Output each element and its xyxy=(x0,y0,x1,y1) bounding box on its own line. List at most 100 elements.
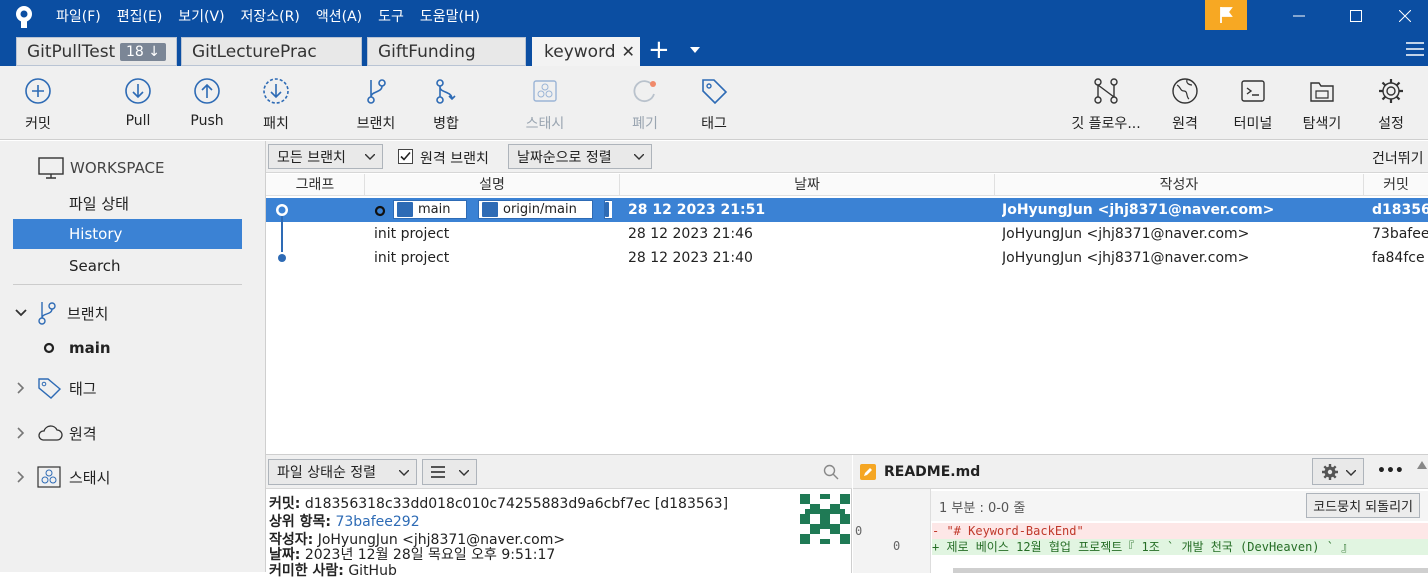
tag-button[interactable]: 태그 xyxy=(686,66,742,140)
tab-giftfunding[interactable]: GiftFunding xyxy=(367,37,526,66)
maximize-button[interactable] xyxy=(1333,0,1379,32)
close-icon xyxy=(1399,10,1411,22)
file-list-toolbar: 파일 상태순 정렬 xyxy=(266,455,852,489)
scroll-up-icon[interactable] xyxy=(1417,461,1427,469)
tab-gitlectureprac[interactable]: GitLecturePrac xyxy=(181,37,362,66)
column-header-commit[interactable]: 커밋 xyxy=(1364,174,1428,196)
add-tab-button[interactable]: + xyxy=(648,34,670,66)
remote-label: 원격 xyxy=(1172,116,1198,132)
tab-label: GitPullTest xyxy=(27,41,116,62)
search-icon[interactable] xyxy=(823,464,839,480)
menu-tools[interactable]: 도구 xyxy=(370,0,412,34)
remote-branches-label: 원격 브랜치 xyxy=(420,151,489,167)
explorer-button[interactable]: 탐색기 xyxy=(1294,66,1350,140)
close-tab-icon[interactable]: ✕ xyxy=(622,42,635,61)
monitor-icon xyxy=(38,157,64,179)
sidebar: WORKSPACE 파일 상태 History Search 브랜치 main … xyxy=(0,141,266,572)
menu-edit[interactable]: 편집(E) xyxy=(109,0,171,34)
sidebar-item-branch-main[interactable]: main xyxy=(43,333,272,363)
branch-label-overflow[interactable] xyxy=(604,200,612,219)
commit-description: init project xyxy=(374,226,450,242)
tag-label: 태그 xyxy=(701,116,727,132)
menu-repository[interactable]: 저장소(R) xyxy=(233,0,308,34)
sidebar-section-branches[interactable]: 브랜치 xyxy=(15,298,244,328)
flag-button[interactable] xyxy=(1205,0,1247,30)
column-header-description[interactable]: 설명 xyxy=(365,174,620,196)
tab-keyword[interactable]: keyword ✕ xyxy=(532,37,640,66)
branch-filter-dropdown[interactable]: 모든 브랜치 xyxy=(268,144,383,169)
menu-file[interactable]: 파일(F) xyxy=(48,0,109,34)
flag-icon xyxy=(1220,7,1233,23)
file-sort-dropdown[interactable]: 파일 상태순 정렬 xyxy=(268,459,417,485)
remote-branches-checkbox[interactable] xyxy=(398,149,413,164)
branch-label-origin-main[interactable]: origin/main xyxy=(478,200,593,219)
sidebar-item-file-status[interactable]: 파일 상태 xyxy=(13,188,242,218)
menu-help[interactable]: 도움말(H) xyxy=(412,0,488,34)
chevron-down-icon xyxy=(634,154,644,160)
terminal-icon xyxy=(1241,80,1265,102)
commit-row[interactable]: main origin/main 28 12 2023 21:51 JoHyun… xyxy=(266,198,1428,222)
tag-icon xyxy=(38,378,62,399)
avatar xyxy=(800,494,850,544)
tag-icon xyxy=(702,79,728,105)
diff-options-dropdown[interactable] xyxy=(1312,458,1364,485)
stash-icon xyxy=(37,466,61,488)
gitflow-label: 깃 플로우... xyxy=(1071,116,1141,132)
repo-tab-bar: GitPullTest 18 ↓ GitLecturePrac GiftFund… xyxy=(0,34,1428,66)
commit-date: 28 12 2023 21:51 xyxy=(628,202,766,218)
fetch-label: 패치 xyxy=(263,116,289,132)
sidebar-section-remotes[interactable]: 원격 xyxy=(15,418,244,448)
tab-label: GiftFunding xyxy=(378,41,476,62)
minimize-button[interactable] xyxy=(1276,0,1322,32)
remote-button[interactable]: 원격 xyxy=(1157,66,1213,140)
push-button[interactable]: Push xyxy=(179,66,235,140)
stash-label: 스태시 xyxy=(525,116,565,132)
discard-label: 폐기 xyxy=(632,116,658,132)
sidebar-item-history[interactable]: History xyxy=(13,219,242,249)
more-options-button[interactable]: ••• xyxy=(1377,463,1404,479)
terminal-button[interactable]: 터미널 xyxy=(1225,66,1281,140)
sidebar-item-search[interactable]: Search xyxy=(13,251,242,281)
column-header-graph[interactable]: 그래프 xyxy=(266,174,365,196)
gitflow-button[interactable]: 깃 플로우... xyxy=(1071,66,1141,140)
committer-line: 커미한 사람: GitHub xyxy=(269,560,397,580)
parent-line: 상위 항목: 73bafee292 xyxy=(269,511,420,531)
discard-button[interactable]: 폐기 xyxy=(617,66,673,140)
close-window-button[interactable] xyxy=(1382,0,1428,32)
branch-label-main[interactable]: main xyxy=(393,200,467,219)
column-header-date[interactable]: 날짜 xyxy=(620,174,995,196)
settings-button[interactable]: 설정 xyxy=(1363,66,1419,140)
sort-dropdown[interactable]: 날짜순으로 정렬 xyxy=(508,144,652,169)
sidebar-section-tags[interactable]: 태그 xyxy=(15,373,244,403)
commit-hash: 73bafee xyxy=(1372,226,1428,242)
menu-actions[interactable]: 액션(A) xyxy=(308,0,370,34)
commit-row[interactable]: init project 28 12 2023 21:40 JoHyungJun… xyxy=(266,246,1428,270)
merge-button[interactable]: 병합 xyxy=(418,66,474,140)
tab-gitpulltest[interactable]: GitPullTest 18 ↓ xyxy=(16,37,177,66)
branch-button[interactable]: 브랜치 xyxy=(348,66,404,140)
skip-label[interactable]: 건너뛰기 xyxy=(1372,148,1424,168)
parent-commit-link[interactable]: 73bafee292 xyxy=(335,514,419,530)
commit-row[interactable]: init project 28 12 2023 21:46 JoHyungJun… xyxy=(266,216,1428,252)
commit-description: init project xyxy=(374,250,450,266)
view-mode-dropdown[interactable] xyxy=(422,459,477,485)
menu-view[interactable]: 보기(V) xyxy=(170,0,232,34)
hamburger-menu-icon[interactable] xyxy=(1406,41,1424,57)
column-header-author[interactable]: 작성자 xyxy=(995,174,1364,196)
gear-icon xyxy=(1322,463,1338,480)
horizontal-scrollbar[interactable] xyxy=(953,568,1428,573)
fetch-button[interactable]: 패치 xyxy=(248,66,304,140)
chevron-down-icon[interactable] xyxy=(690,47,700,53)
commit-id-line: 커밋: d18356318c33dd018c010c74255883d9a6cb… xyxy=(269,493,728,513)
list-icon xyxy=(431,466,445,478)
pull-button[interactable]: Pull xyxy=(110,66,166,140)
menu-bar: 파일(F) 편집(E) 보기(V) 저장소(R) 액션(A) 도구 도움말(H) xyxy=(48,0,488,34)
hunk-header: 1 부분 : 0-0 줄 코드뭉치 되돌리기 xyxy=(931,491,1428,521)
revert-hunk-button[interactable]: 코드뭉치 되돌리기 xyxy=(1306,493,1420,518)
stash-button[interactable]: 스태시 xyxy=(517,66,573,140)
commit-button[interactable]: 커밋 xyxy=(10,66,66,140)
commit-hash: fa84fce xyxy=(1372,250,1425,266)
dropdown-label: 파일 상태순 정렬 xyxy=(277,465,377,481)
sidebar-item-label: 파일 상태 xyxy=(69,194,129,213)
sidebar-section-stashes[interactable]: 스태시 xyxy=(15,462,244,492)
